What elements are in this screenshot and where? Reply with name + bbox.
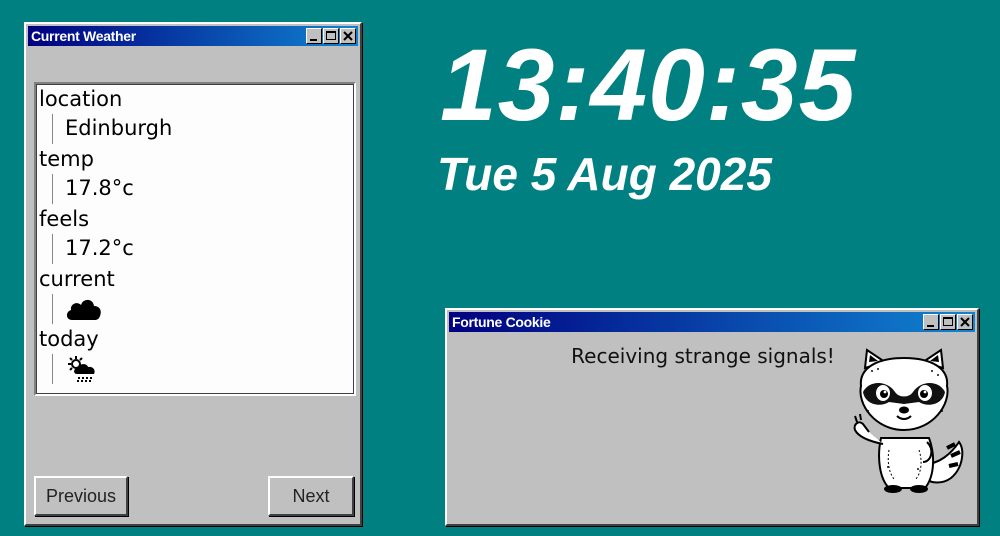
raccoon-icon [853,348,964,493]
minimize-icon [927,325,934,327]
entry-key: temp [39,147,94,171]
entry-today: today [36,324,354,384]
entry-value: 17.2°c [52,234,354,264]
entry-key: location [39,87,123,111]
previous-button[interactable]: Previous [34,476,128,516]
entry-key: feels [39,207,90,231]
maximize-icon [943,317,953,326]
minimize-icon [310,39,317,41]
clock-time: 13:40:35 [440,28,857,142]
minimize-button[interactable] [306,28,322,44]
close-icon [343,31,353,41]
entry-value [52,294,354,324]
sun-cloud-rain-icon [68,356,95,382]
weather-list[interactable]: location Edinburgh temp 17.8°c feels 17.… [34,82,356,396]
fortune-titlebar[interactable]: Fortune Cookie [449,312,975,332]
entry-value: Edinburgh [52,114,354,144]
entry-value [52,354,354,384]
maximize-button[interactable] [323,28,339,44]
entry-key: current [39,267,115,291]
maximize-icon [326,31,336,40]
weather-titlebar[interactable]: Current Weather [28,26,358,46]
entry-feels: feels 17.2°c [36,204,354,264]
fortune-title-buttons [922,314,975,330]
close-button[interactable] [340,28,356,44]
weather-window: Current Weather location Edinburgh temp … [24,22,362,526]
entry-key: today [39,327,99,351]
entry-value: 17.8°c [52,174,354,204]
entry-location: location Edinburgh [36,84,354,144]
fortune-window: Fortune Cookie Receiving strange signals… [445,308,979,526]
close-icon [960,317,970,327]
weather-window-title: Current Weather [31,28,136,44]
entry-current: current [36,264,354,324]
close-button[interactable] [957,314,973,330]
maximize-button[interactable] [940,314,956,330]
minimize-button[interactable] [923,314,939,330]
cloud-icon [66,299,101,320]
entry-temp: temp 17.8°c [36,144,354,204]
weather-title-buttons [305,28,358,44]
fortune-window-title: Fortune Cookie [452,314,551,330]
next-button[interactable]: Next [268,476,354,516]
clock-date: Tue 5 Aug 2025 [437,148,772,200]
